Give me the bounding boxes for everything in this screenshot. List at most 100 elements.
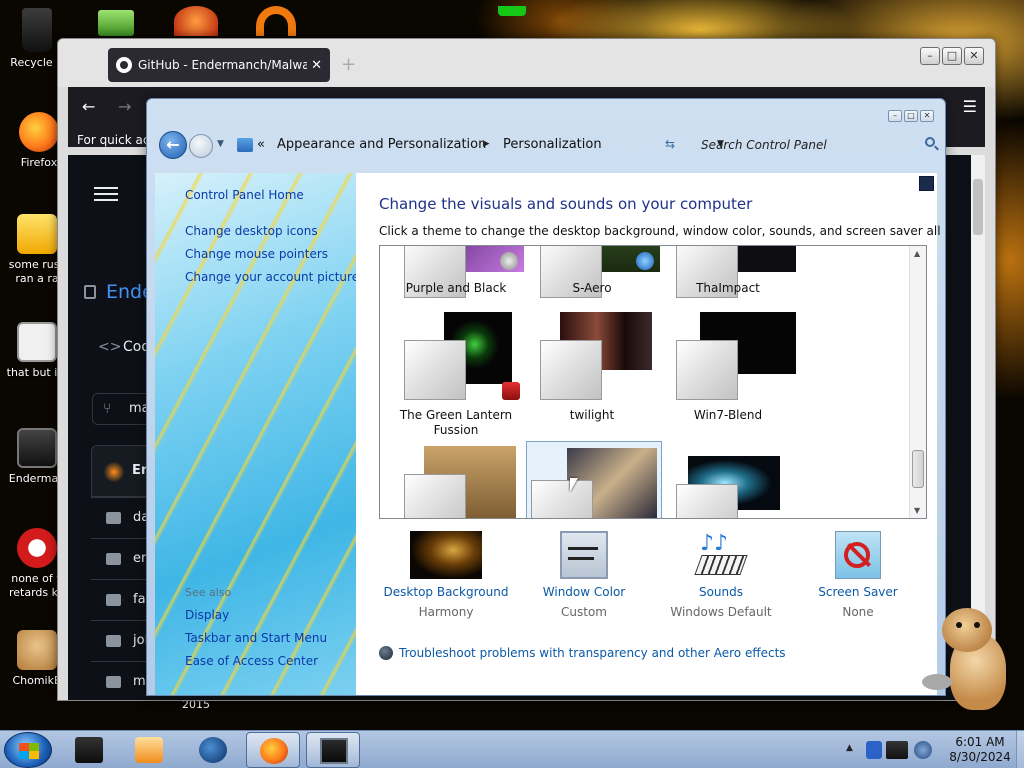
desktop-background-thumbnail <box>410 531 482 579</box>
new-tab-button[interactable]: + <box>341 54 356 75</box>
screen-saver-item[interactable]: Screen Saver None <box>790 531 926 619</box>
forward-button[interactable]: → <box>118 97 131 116</box>
desktop-background-value: Harmony <box>418 605 474 619</box>
hamster-mascot-icon <box>922 604 1012 714</box>
sounds-link[interactable]: Sounds <box>653 585 789 599</box>
scrollbar-thumb[interactable] <box>973 179 983 235</box>
theme-blue-light[interactable] <box>660 456 796 518</box>
list-item[interactable]: da <box>91 497 151 537</box>
code-icon: <> <box>98 339 122 355</box>
link-control-panel-home[interactable]: Control Panel Home <box>185 188 304 202</box>
window-color-link[interactable]: Window Color <box>516 585 652 599</box>
branch-selector[interactable]: ⑂ ma <box>92 393 152 425</box>
commit-header-row: En <box>91 445 151 497</box>
tab-github[interactable]: GitHub - Endermanch/Malware ✕ <box>108 48 330 82</box>
troubleshoot-link[interactable]: Troubleshoot problems with transparency … <box>379 646 786 660</box>
tab-title: GitHub - Endermanch/Malware <box>138 58 308 72</box>
folder-icon <box>106 635 121 647</box>
forward-button[interactable] <box>189 134 213 158</box>
sounds-value: Windows Default <box>670 605 772 619</box>
folder-icon <box>106 594 121 606</box>
scrollbar-thumb[interactable] <box>912 450 924 488</box>
theme-twilight[interactable] <box>524 312 660 400</box>
tray-expand-icon[interactable]: ▲ <box>846 743 853 753</box>
scroll-up-arrow-icon[interactable]: ▲ <box>914 249 920 258</box>
control-panel-icon <box>237 138 253 152</box>
clock[interactable]: 6:01 AM 8/30/2024 <box>940 735 1020 765</box>
scroll-down-arrow-icon[interactable]: ▼ <box>914 506 920 515</box>
address-bar[interactable]: « Appearance and Personalization ▸ Perso… <box>231 131 724 159</box>
media-player-icon <box>135 737 163 763</box>
breadcrumb-separator[interactable]: ▸ <box>483 136 490 151</box>
refresh-icon[interactable]: ⇆ <box>665 137 675 151</box>
list-item[interactable]: m <box>91 661 151 700</box>
see-also-heading: See also <box>185 586 232 599</box>
theme-window-preview <box>540 340 602 400</box>
breadcrumb-personalization[interactable]: Personalization <box>503 137 602 152</box>
search-input[interactable] <box>701 136 911 154</box>
recent-pages-dropdown[interactable]: ▼ <box>217 139 224 149</box>
list-item[interactable]: fal <box>91 579 151 619</box>
list-item[interactable]: jol <box>91 620 151 660</box>
taskbar-app-globe[interactable] <box>186 732 240 768</box>
clock-time: 6:01 AM <box>955 735 1005 749</box>
help-icon[interactable] <box>919 176 934 191</box>
breadcrumb-appearance[interactable]: Appearance and Personalization <box>277 137 486 152</box>
close-button[interactable]: ✕ <box>920 110 934 122</box>
theme-green-lantern-fussion[interactable] <box>388 312 524 400</box>
firefox-icon <box>19 112 59 152</box>
link-taskbar-start-menu[interactable]: Taskbar and Start Menu <box>185 631 327 645</box>
personalization-window[interactable]: – □ ✕ ← ▼ « Appearance and Personalizati… <box>146 98 946 696</box>
maximize-button[interactable]: □ <box>904 110 918 122</box>
theme-fantasy-selected[interactable] <box>526 441 662 518</box>
maximize-button[interactable]: □ <box>942 47 962 65</box>
link-change-mouse-pointers[interactable]: Change mouse pointers <box>185 247 328 261</box>
link-display[interactable]: Display <box>185 608 229 622</box>
start-button[interactable] <box>4 732 52 768</box>
show-desktop-button[interactable] <box>1016 731 1024 768</box>
window-color-icon <box>560 531 608 579</box>
minimize-button[interactable]: – <box>920 47 940 65</box>
minimize-button[interactable]: – <box>888 110 902 122</box>
screen-saver-link[interactable]: Screen Saver <box>790 585 926 599</box>
volume-icon[interactable] <box>914 741 932 759</box>
network-icon[interactable] <box>886 741 908 759</box>
taskbar-app-media-player[interactable] <box>122 732 176 768</box>
taskbar-app-explorer[interactable] <box>62 732 116 768</box>
sounds-item[interactable]: ♪♪ Sounds Windows Default <box>653 531 789 619</box>
file-icon <box>17 214 57 254</box>
desktop-background-item[interactable]: Desktop Background Harmony <box>378 531 514 619</box>
theme-list-scrollbar[interactable]: ▲ ▼ <box>909 246 926 518</box>
taskbar-app-firefox[interactable] <box>246 732 300 768</box>
theme-badge-icon <box>502 382 520 400</box>
desktop-icon-partial[interactable] <box>98 10 134 36</box>
theme-list[interactable]: Purple and Black S-Aero ThaImpact The Gr… <box>379 245 927 519</box>
theme-window-preview <box>404 474 466 518</box>
desktop-background-link[interactable]: Desktop Background <box>378 585 514 599</box>
back-button[interactable]: ← <box>82 97 95 116</box>
search-icon[interactable] <box>925 137 935 147</box>
theme-sepia-road[interactable] <box>388 446 524 518</box>
theme-win7-blend[interactable] <box>660 312 796 400</box>
close-button[interactable]: ✕ <box>964 47 984 65</box>
main-panel: Change the visuals and sounds on your co… <box>356 173 945 695</box>
window-color-item[interactable]: Window Color Custom <box>516 531 652 619</box>
link-change-account-picture[interactable]: Change your account picture <box>185 270 356 284</box>
desktop-icon-partial[interactable] <box>256 6 296 36</box>
hamburger-menu-icon[interactable] <box>94 183 118 205</box>
desktop-icon-partial[interactable] <box>174 6 218 36</box>
bluetooth-icon[interactable] <box>866 741 882 759</box>
github-icon <box>116 57 132 73</box>
link-ease-of-access[interactable]: Ease of Access Center <box>185 654 318 668</box>
link-change-desktop-icons[interactable]: Change desktop icons <box>185 224 318 238</box>
search-box[interactable] <box>697 131 941 159</box>
theme-name: Purple and Black <box>405 281 507 295</box>
tab-close-button[interactable]: ✕ <box>311 58 322 73</box>
task-pane: Control Panel Home Change desktop icons … <box>155 173 356 695</box>
app-menu-button[interactable]: ☰ <box>963 97 977 116</box>
back-button[interactable]: ← <box>159 131 187 159</box>
list-item[interactable]: en <box>91 538 151 578</box>
page-title: Change the visuals and sounds on your co… <box>379 195 753 213</box>
taskbar-app-control-panel[interactable] <box>306 732 360 768</box>
breadcrumb-overflow[interactable]: « <box>257 137 265 152</box>
